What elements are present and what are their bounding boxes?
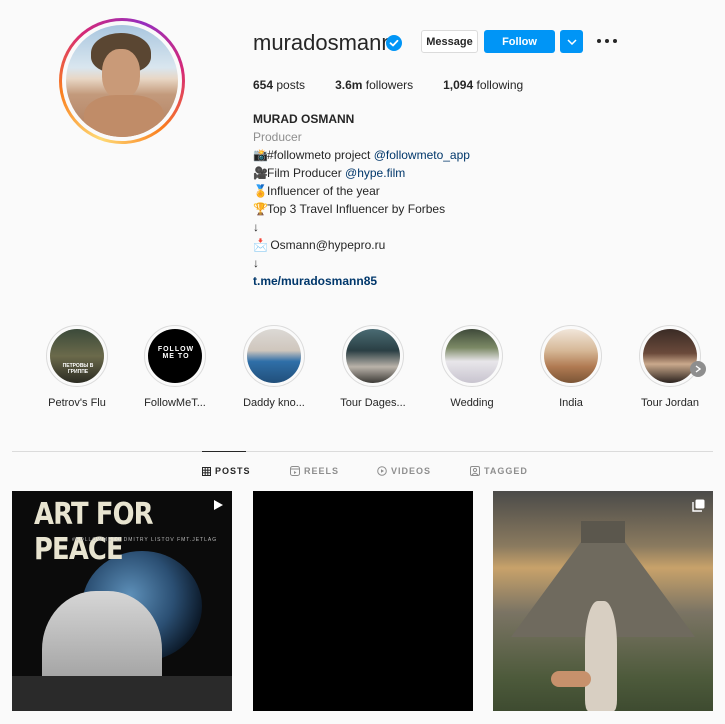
bio-line: 🎥Film Producer @hype.film: [253, 166, 406, 180]
highlight-cover: FOLLOW ME TO: [148, 329, 202, 383]
stat-followers[interactable]: 3.6m followers: [335, 78, 413, 92]
suggested-dropdown-button[interactable]: [560, 30, 583, 53]
highlight-item[interactable]: Wedding: [432, 325, 512, 409]
post-thumbnail[interactable]: ART FOR PEACE #FOLLOWMETO DMITRY LISTOV …: [12, 491, 232, 711]
tagged-icon: [470, 466, 480, 476]
highlight-item[interactable]: Tour Dages...: [333, 325, 413, 409]
stat-following[interactable]: 1,094 following: [443, 78, 523, 92]
medal-icon: 🏅: [253, 184, 268, 198]
tab-videos[interactable]: VIDEOS: [377, 466, 431, 476]
post-thumbnail[interactable]: [493, 491, 713, 711]
post-credits: #FOLLOWMETO DMITRY LISTOV FMT.JETLAG: [72, 537, 218, 543]
film-camera-icon: 🎥: [253, 166, 268, 180]
bio-line: 📸#followmeto project @followmeto_app: [253, 148, 470, 162]
reel-icon: [214, 500, 223, 510]
post-headline: ART FOR PEACE: [34, 497, 154, 567]
carousel-icon: [692, 499, 705, 512]
highlight-item[interactable]: FOLLOW ME TO FollowMeT...: [135, 325, 215, 409]
chevron-down-icon: [566, 38, 577, 45]
category-label: Producer: [253, 130, 302, 144]
grid-icon: [202, 466, 211, 476]
person-image: [585, 601, 617, 711]
full-name: MURAD OSMANN: [253, 112, 355, 126]
bio-line: 🏅Influencer of the year: [253, 184, 380, 198]
highlight-item[interactable]: ПЕТРОВЫ В ГРИППЕ Petrov's Flu: [37, 325, 117, 409]
highlight-cover: [346, 329, 400, 383]
mention-link[interactable]: @hype.film: [345, 166, 405, 180]
tab-posts[interactable]: POSTS: [202, 466, 251, 476]
bio-line: 📩 Osmann@hypepro.ru: [253, 238, 386, 252]
profile-bio: MURAD OSMANN Producer 📸#followmeto proje…: [253, 110, 470, 290]
more-options-icon[interactable]: [597, 33, 617, 49]
verified-badge-icon: [386, 35, 402, 51]
bio-link[interactable]: t.me/muradosmann85: [253, 272, 470, 290]
highlight-item[interactable]: Daddy kno...: [234, 325, 314, 409]
profile-avatar-ring[interactable]: [59, 18, 185, 144]
highlight-cover: ПЕТРОВЫ В ГРИППЕ: [50, 329, 104, 383]
post-thumbnail[interactable]: [253, 491, 473, 711]
follow-button[interactable]: Follow: [484, 30, 555, 53]
tab-reels[interactable]: REELS: [290, 466, 339, 476]
bio-line: 🏆Top 3 Travel Influencer by Forbes: [253, 202, 446, 216]
tabs-divider: [12, 451, 713, 452]
video-icon: [377, 466, 387, 476]
highlight-cover: [544, 329, 598, 383]
tab-tagged[interactable]: TAGGED: [470, 466, 528, 476]
mailbox-icon: 📩: [253, 238, 268, 252]
mention-link[interactable]: @followmeto_app: [374, 148, 470, 162]
highlight-cover: [445, 329, 499, 383]
story-highlights: ПЕТРОВЫ В ГРИППЕ Petrov's Flu FOLLOW ME …: [40, 325, 720, 415]
profile-stats: 654 posts 3.6m followers 1,094 following: [253, 78, 553, 92]
chevron-right-icon: [695, 365, 701, 373]
message-button[interactable]: Message: [421, 30, 478, 53]
avatar: [66, 25, 178, 137]
stat-posts[interactable]: 654 posts: [253, 78, 305, 92]
reels-icon: [290, 466, 300, 476]
highlight-cover: [247, 329, 301, 383]
trophy-icon: 🏆: [253, 202, 268, 216]
highlights-next-button[interactable]: [690, 361, 706, 377]
arrow-down: ↓: [253, 256, 259, 270]
arrow-down: ↓: [253, 220, 259, 234]
camera-icon: 📸: [253, 148, 268, 162]
active-tab-indicator: [202, 451, 246, 452]
highlight-cover: [643, 329, 697, 383]
profile-username: muradosmann: [253, 30, 394, 55]
highlight-item[interactable]: India: [531, 325, 611, 409]
